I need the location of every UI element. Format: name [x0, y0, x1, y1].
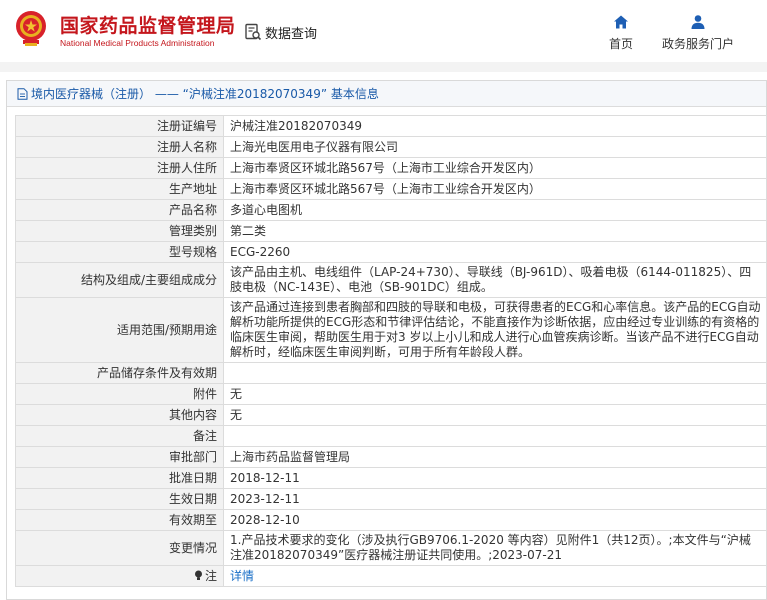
field-label: 批准日期 [15, 467, 224, 489]
field-label: 注 [204, 568, 217, 583]
search-document-icon [245, 23, 262, 41]
header-divider [0, 62, 767, 72]
field-label: 注册人住所 [15, 157, 224, 179]
field-value: 该产品通过连接到患者胸部和四肢的导联和电极，可获得患者的ECG和心率信息。该产品… [223, 297, 767, 363]
field-value-cell: 详情 [223, 565, 767, 587]
table-row: 变更情况 1.产品技术要求的变化（涉及执行GB9706.1-2020 等内容）见… [15, 530, 767, 566]
table-row: 注册证编号 沪械注准20182070349 [15, 115, 767, 137]
field-value: 上海市药品监督管理局 [223, 446, 767, 468]
field-label: 审批部门 [15, 446, 224, 468]
field-value: 第二类 [223, 220, 767, 242]
field-value: 上海光电医用电子仪器有限公司 [223, 136, 767, 158]
panel-title: 境内医疗器械（注册） —— “沪械注准20182070349” 基本信息 [7, 81, 766, 107]
field-value: 无 [223, 404, 767, 426]
table-row: 结构及组成/主要组成成分 该产品由主机、电线组件（LAP-24+730）、导联线… [15, 262, 767, 298]
site-header: 国家药品监督管理局 National Medical Products Admi… [0, 0, 767, 62]
field-label: 管理类别 [15, 220, 224, 242]
brand-title-en: National Medical Products Administration [60, 38, 215, 48]
nav-home-label: 首页 [608, 37, 633, 51]
field-value: 上海市奉贤区环城北路567号（上海市工业综合开发区内） [223, 157, 767, 179]
field-value: 沪械注准20182070349 [223, 115, 767, 137]
details-link[interactable]: 详情 [230, 569, 254, 583]
table-row: 产品名称 多道心电图机 [15, 199, 767, 221]
table-row: 产品储存条件及有效期 [15, 362, 767, 384]
field-label: 附件 [15, 383, 224, 405]
field-label: 产品储存条件及有效期 [15, 362, 224, 384]
table-row: 生产地址 上海市奉贤区环城北路567号（上海市工业综合开发区内） [15, 178, 767, 200]
table-row: 备注 [15, 425, 767, 447]
field-value: 2028-12-10 [223, 509, 767, 531]
field-value: 2018-12-11 [223, 467, 767, 489]
registration-info-table: 注册证编号 沪械注准20182070349 注册人名称 上海光电医用电子仪器有限… [15, 115, 767, 587]
field-label: 备注 [15, 425, 224, 447]
lightbulb-icon [194, 570, 202, 580]
nav-service-portal[interactable]: 政务服务门户 [658, 14, 738, 52]
nav-home[interactable]: 首页 [604, 14, 638, 52]
field-value: 上海市奉贤区环城北路567号（上海市工业综合开发区内） [223, 178, 767, 200]
table-row: 型号规格 ECG-2260 [15, 241, 767, 263]
field-label: 生产地址 [15, 178, 224, 200]
field-value: 2023-12-11 [223, 488, 767, 510]
field-label: 变更情况 [15, 530, 224, 566]
data-query-label: 数据查询 [265, 26, 318, 42]
table-row: 审批部门 上海市药品监督管理局 [15, 446, 767, 468]
field-label: 产品名称 [15, 199, 224, 221]
note-label-cell: 注 [15, 565, 224, 587]
field-label: 型号规格 [15, 241, 224, 263]
field-label: 注册人名称 [15, 136, 224, 158]
info-panel: 境内医疗器械（注册） —— “沪械注准20182070349” 基本信息 注册证… [6, 80, 767, 600]
brand-title-cn: 国家药品监督管理局 [60, 15, 236, 37]
field-label: 其他内容 [15, 404, 224, 426]
field-value: 该产品由主机、电线组件（LAP-24+730）、导联线（BJ-961D）、吸着电… [223, 262, 767, 298]
table-row: 附件 无 [15, 383, 767, 405]
field-label: 注册证编号 [15, 115, 224, 137]
field-value: ECG-2260 [223, 241, 767, 263]
user-icon [691, 15, 705, 29]
table-row: 适用范围/预期用途 该产品通过连接到患者胸部和四肢的导联和电极，可获得患者的EC… [15, 297, 767, 363]
field-label: 适用范围/预期用途 [15, 297, 224, 363]
panel-title-text: 境内医疗器械（注册） —— “沪械注准20182070349” 基本信息 [31, 86, 379, 101]
table-row: 其他内容 无 [15, 404, 767, 426]
table-row: 管理类别 第二类 [15, 220, 767, 242]
field-label: 生效日期 [15, 488, 224, 510]
field-value [223, 425, 767, 447]
nav-portal-label: 政务服务门户 [661, 37, 734, 51]
table-row: 有效期至 2028-12-10 [15, 509, 767, 531]
field-value: 多道心电图机 [223, 199, 767, 221]
document-icon [17, 87, 28, 100]
table-row: 生效日期 2023-12-11 [15, 488, 767, 510]
data-query-link[interactable]: 数据查询 [244, 22, 317, 42]
table-row: 注册人名称 上海光电医用电子仪器有限公司 [15, 136, 767, 158]
field-value: 1.产品技术要求的变化（涉及执行GB9706.1-2020 等内容）见附件1（共… [223, 530, 767, 566]
home-icon [614, 15, 628, 29]
table-row: 注册人住所 上海市奉贤区环城北路567号（上海市工业综合开发区内） [15, 157, 767, 179]
field-value: 无 [223, 383, 767, 405]
table-row: 注 详情 [15, 565, 767, 587]
field-label: 有效期至 [15, 509, 224, 531]
national-emblem-icon [16, 11, 46, 46]
field-value [223, 362, 767, 384]
field-label: 结构及组成/主要组成成分 [15, 262, 224, 298]
table-row: 批准日期 2018-12-11 [15, 467, 767, 489]
